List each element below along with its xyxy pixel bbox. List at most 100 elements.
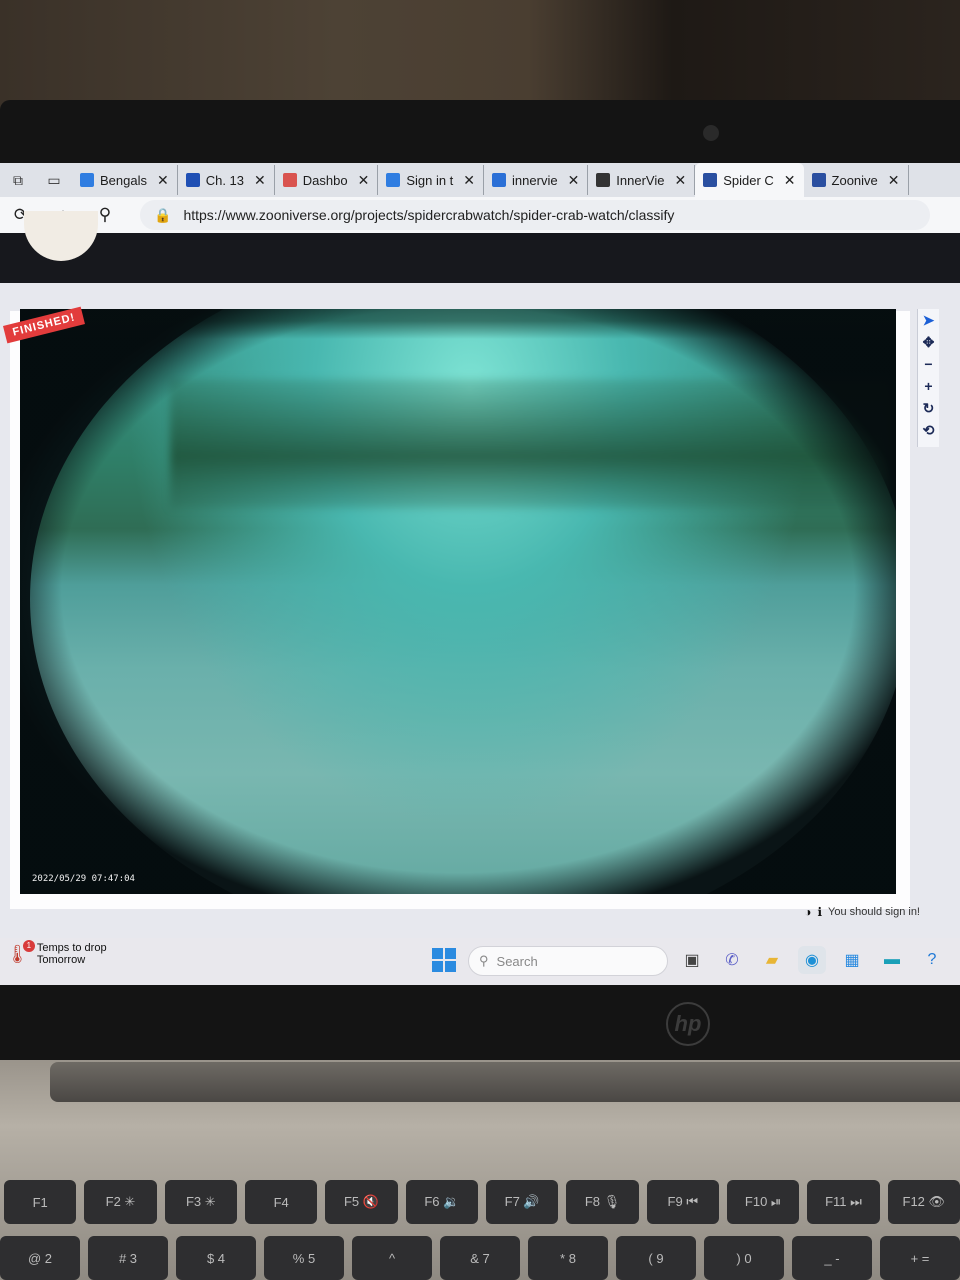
sign-in-note: ◑ ℹ You should sign in! bbox=[804, 905, 920, 919]
browser-tab[interactable]: InnerVie ✕ bbox=[588, 165, 696, 195]
zooniverse-icon bbox=[703, 173, 718, 187]
info-icon[interactable]: ℹ bbox=[817, 905, 822, 919]
task-view-icon[interactable]: ▣ bbox=[678, 946, 706, 974]
zoom-out-icon[interactable]: − bbox=[919, 353, 939, 375]
number-key[interactable]: ) 0 bbox=[704, 1236, 784, 1280]
function-key[interactable]: F6 🔉 bbox=[405, 1180, 478, 1224]
close-icon[interactable]: ✕ bbox=[254, 172, 266, 189]
tab-label: innervie bbox=[512, 172, 558, 188]
help-icon[interactable]: ? bbox=[918, 946, 946, 974]
app-icon[interactable]: ▬ bbox=[878, 946, 906, 974]
lens-vignette bbox=[20, 309, 896, 894]
tab-bar: ⧉ ▭ Bengals ✕ Ch. 13 ✕ Dashbo ✕ Sign in t ✕ inne… bbox=[0, 163, 960, 197]
browser-tab[interactable]: innervie ✕ bbox=[484, 165, 589, 195]
tab-label: Zoonive bbox=[831, 172, 878, 188]
number-key[interactable]: $ 4 bbox=[176, 1236, 256, 1280]
number-key[interactable]: * 8 bbox=[528, 1236, 608, 1280]
function-key[interactable]: F1 bbox=[4, 1180, 77, 1224]
windows-start-icon[interactable] bbox=[432, 948, 456, 972]
number-key[interactable]: & 7 bbox=[440, 1236, 520, 1280]
contrast-icon[interactable]: ◑ bbox=[804, 905, 811, 919]
close-icon[interactable]: ✕ bbox=[463, 172, 475, 189]
taskbar-apps: ▣ ✆ ▰ ◉ ▦ ▬ ? bbox=[678, 946, 946, 974]
number-key[interactable]: @ 2 bbox=[0, 1236, 80, 1280]
ms-tiles-icon bbox=[386, 173, 401, 187]
number-key[interactable]: # 3 bbox=[88, 1236, 168, 1280]
zooniverse-page: 2022/05/29 07:47:04 FINISHED! ➤ ✥ − + ↻ … bbox=[0, 211, 960, 938]
number-key[interactable]: _ - bbox=[792, 1236, 872, 1280]
tab-actions-icon[interactable]: ▭ bbox=[36, 163, 72, 197]
close-icon[interactable]: ✕ bbox=[157, 172, 169, 189]
lock-icon: 🔒 bbox=[154, 206, 172, 223]
close-icon[interactable]: ✕ bbox=[674, 172, 686, 189]
zoom-in-icon[interactable]: + bbox=[919, 375, 939, 397]
zooniverse-icon bbox=[811, 173, 826, 187]
project-header bbox=[0, 211, 960, 283]
teams-icon[interactable]: ✆ bbox=[718, 946, 746, 974]
hp-logo: hp bbox=[666, 1002, 710, 1046]
tab-list: Bengals ✕ Ch. 13 ✕ Dashbo ✕ Sign in t ✕ innervie… bbox=[72, 163, 909, 197]
number-key[interactable]: ^ bbox=[352, 1236, 432, 1280]
browser-tab[interactable]: Zoonive ✕ bbox=[804, 165, 909, 195]
webcam bbox=[703, 125, 719, 141]
close-icon[interactable]: ✕ bbox=[784, 172, 796, 189]
sign-in-text[interactable]: You should sign in! bbox=[828, 906, 920, 918]
room-background bbox=[0, 0, 960, 115]
browser-tab[interactable]: Ch. 13 ✕ bbox=[178, 165, 275, 195]
function-key[interactable]: F9 ⏮ bbox=[646, 1180, 719, 1224]
function-key[interactable]: F12 👁 bbox=[887, 1180, 960, 1224]
search-placeholder: Search bbox=[496, 953, 538, 969]
tab-label: Sign in t bbox=[406, 172, 454, 188]
function-key[interactable]: F2 ✳ bbox=[84, 1180, 157, 1224]
subject-image[interactable]: 2022/05/29 07:47:04 bbox=[20, 309, 896, 894]
url-text: https://www.zooniverse.org/projects/spid… bbox=[183, 207, 675, 223]
function-key[interactable]: F10 ⏯ bbox=[726, 1180, 800, 1224]
edge-icon[interactable]: ◉ bbox=[798, 946, 826, 974]
close-icon[interactable]: ✕ bbox=[888, 172, 900, 189]
browser-tab[interactable]: Sign in t ✕ bbox=[378, 165, 485, 195]
weather-title: Temps to drop bbox=[36, 942, 107, 954]
browser-tab[interactable]: Spider C ✕ bbox=[695, 163, 804, 197]
number-key[interactable]: + = bbox=[880, 1236, 960, 1280]
ms-tiles-icon bbox=[80, 173, 94, 187]
thermometer-icon: 🌡 1 bbox=[6, 939, 35, 965]
workspaces-icon[interactable]: ⧉ bbox=[0, 163, 36, 197]
function-key[interactable]: F5 🔇 bbox=[325, 1180, 398, 1224]
image-timestamp: 2022/05/29 07:47:04 bbox=[32, 874, 135, 884]
rotate-icon[interactable]: ⟲ bbox=[919, 419, 939, 441]
close-icon[interactable]: ✕ bbox=[358, 172, 370, 189]
tab-label: Spider C bbox=[723, 172, 774, 188]
browser-tab[interactable]: Bengals ✕ bbox=[72, 165, 178, 195]
weather-widget[interactable]: 🌡 1 Temps to drop Tomorrow bbox=[6, 939, 107, 966]
weather-subtitle: Tomorrow bbox=[36, 954, 86, 966]
tab-label: Bengals bbox=[100, 172, 147, 188]
project-logo[interactable] bbox=[24, 211, 98, 261]
image-toolbar: ➤ ✥ − + ↻ ⟲ bbox=[917, 309, 939, 447]
notification-badge: 1 bbox=[22, 939, 35, 952]
address-bar[interactable]: 🔒 https://www.zooniverse.org/projects/sp… bbox=[140, 200, 930, 230]
search-icon bbox=[492, 173, 507, 187]
function-key[interactable]: F4 bbox=[244, 1180, 318, 1224]
function-key[interactable]: F7 🔊 bbox=[485, 1180, 559, 1224]
word-icon bbox=[185, 173, 200, 187]
laptop-screen: ⧉ ▭ Bengals ✕ Ch. 13 ✕ Dashbo ✕ Sign in t ✕ inne… bbox=[0, 163, 960, 985]
search-icon: ⚲ bbox=[479, 953, 489, 968]
paw-icon bbox=[596, 173, 611, 187]
file-explorer-icon[interactable]: ▰ bbox=[758, 946, 786, 974]
function-key[interactable]: F3 ✳ bbox=[164, 1180, 237, 1224]
reset-icon[interactable]: ↻ bbox=[919, 397, 939, 419]
function-key[interactable]: F11 ⏭ bbox=[807, 1180, 880, 1224]
move-icon[interactable]: ✥ bbox=[919, 331, 939, 353]
number-key[interactable]: ( 9 bbox=[616, 1236, 696, 1280]
taskbar-search[interactable]: ⚲ Search bbox=[468, 946, 668, 976]
pointer-icon[interactable]: ➤ bbox=[919, 309, 939, 331]
browser-tab[interactable]: Dashbo ✕ bbox=[275, 165, 379, 195]
number-key[interactable]: % 5 bbox=[264, 1236, 344, 1280]
store-icon[interactable]: ▦ bbox=[838, 946, 866, 974]
function-key[interactable]: F8 🎙 bbox=[566, 1180, 639, 1224]
tab-label: InnerVie bbox=[616, 172, 665, 188]
number-key-row: @ 2 # 3 $ 4% 5 ^ & 7 * 8( 9) 0 _ - + = bbox=[0, 1236, 960, 1280]
laptop-hinge bbox=[50, 1062, 960, 1102]
close-icon[interactable]: ✕ bbox=[568, 172, 580, 189]
function-key-row: F1 F2 ✳ F3 ✳ F4 F5 🔇 F6 🔉 F7 🔊 F8 🎙 F9 ⏮ F10 ⏯ F11… bbox=[0, 1180, 960, 1230]
